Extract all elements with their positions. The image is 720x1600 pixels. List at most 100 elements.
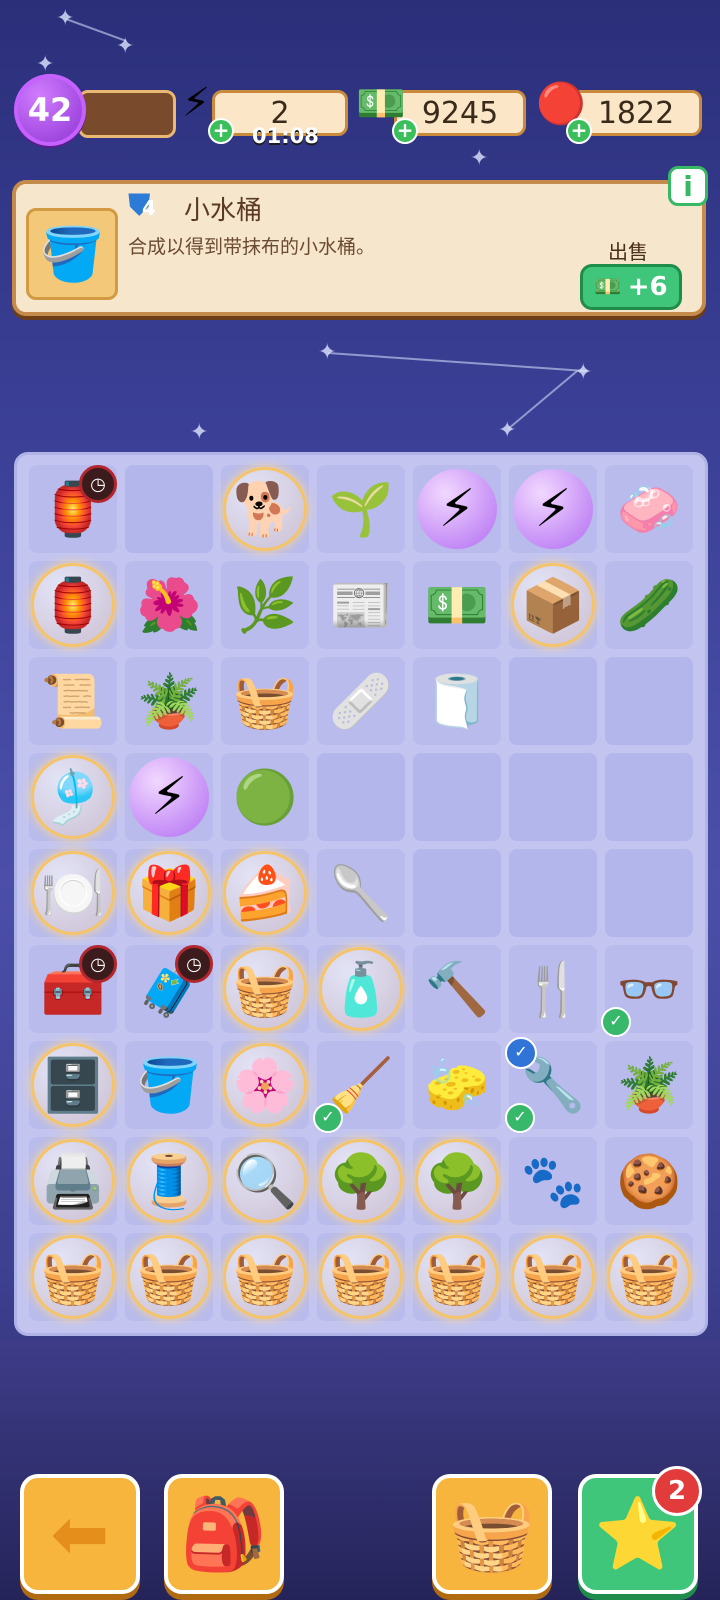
board-cell[interactable]: 🍽️ bbox=[29, 849, 117, 937]
board-cell[interactable]: 👓 ✓ bbox=[601, 945, 693, 1037]
board-cell[interactable]: 🖨️ bbox=[29, 1137, 117, 1225]
add-cash-button[interactable]: + bbox=[392, 118, 418, 144]
board-cell[interactable]: 🍰 bbox=[221, 849, 309, 937]
shop-button[interactable]: 🧺 bbox=[432, 1474, 552, 1594]
board-cell[interactable]: 🥄 bbox=[317, 849, 405, 937]
board-cell[interactable] bbox=[605, 849, 693, 937]
sell-button[interactable]: 💵 +6 bbox=[580, 264, 682, 310]
board-cell[interactable]: ⚡ bbox=[509, 465, 597, 553]
board-cell[interactable]: 🎐 bbox=[29, 753, 117, 841]
board-cell[interactable]: 🧽 bbox=[413, 1041, 501, 1129]
selected-item-thumbnail: 🪣 bbox=[26, 208, 118, 300]
board-cell[interactable]: 🧰 ◷ bbox=[29, 945, 117, 1033]
cucumber-slice-icon: 🥒 bbox=[616, 575, 682, 636]
cash-pile-icon: 💵 bbox=[424, 575, 490, 636]
bandage-head-icon: 🩹 bbox=[328, 671, 394, 732]
board-cell[interactable]: 🧺 bbox=[413, 1233, 501, 1321]
board-cell[interactable]: 🍴 bbox=[509, 945, 597, 1033]
board-cell[interactable]: 🟢 bbox=[221, 753, 309, 841]
board-cell[interactable]: 🌱 bbox=[317, 465, 405, 553]
board-cell[interactable]: 🧹 ✓ bbox=[313, 1041, 405, 1133]
board-cell[interactable]: 🌸 bbox=[221, 1041, 309, 1129]
add-energy-button[interactable]: + bbox=[208, 118, 234, 144]
board-cell[interactable]: 🧵 bbox=[125, 1137, 213, 1225]
board-cell[interactable] bbox=[509, 657, 597, 745]
board-cell[interactable]: 💵 bbox=[413, 561, 501, 649]
board-cell[interactable]: 🧻 bbox=[413, 657, 501, 745]
trowel-icon: 🥄 bbox=[328, 863, 394, 924]
checkmark-icon: ✓ bbox=[505, 1103, 535, 1133]
board-cell[interactable]: 🧺 bbox=[317, 1233, 405, 1321]
cash-icon: 💵 bbox=[594, 274, 622, 300]
board-cell[interactable] bbox=[413, 849, 501, 937]
board-cell[interactable]: 🪴 bbox=[605, 1041, 693, 1129]
hand-trowel-icon: 🔨 bbox=[424, 959, 490, 1020]
board-cell[interactable]: 🧳 ◷ bbox=[125, 945, 213, 1033]
notification-badge: 2 bbox=[652, 1466, 702, 1516]
back-button[interactable]: ⬅ bbox=[20, 1474, 140, 1594]
board-cell[interactable]: 🔨 bbox=[413, 945, 501, 1033]
board-cell[interactable]: 📜 bbox=[29, 657, 117, 745]
board-cell[interactable]: 🗄️ bbox=[29, 1041, 117, 1129]
board-cell[interactable]: 🥒 bbox=[605, 561, 693, 649]
garden-fork-icon: 🍴 bbox=[520, 959, 586, 1020]
checkmark-icon: ✓ bbox=[601, 1007, 631, 1037]
level-badge[interactable]: 42 bbox=[14, 74, 86, 146]
board-cell[interactable]: 🧺 bbox=[221, 657, 309, 745]
board-cell[interactable] bbox=[605, 657, 693, 745]
board-cell[interactable] bbox=[317, 753, 405, 841]
board-cell[interactable]: 🏮 bbox=[29, 561, 117, 649]
board-cell[interactable] bbox=[413, 753, 501, 841]
laundry-bubble-icon: 🧺 bbox=[232, 1247, 298, 1308]
star-decoration: ✦ bbox=[190, 420, 209, 445]
green-ball-icon: 🟢 bbox=[232, 767, 298, 828]
map-bubble-icon: 🔍 bbox=[232, 1151, 298, 1212]
energy-bubble-icon: ⚡ bbox=[438, 479, 476, 539]
board-cell[interactable] bbox=[125, 465, 213, 553]
board-cell[interactable]: ⚡ bbox=[125, 753, 213, 841]
board-cell[interactable]: 🧺 bbox=[125, 1233, 213, 1321]
planter-bubble-icon: 🌳 bbox=[328, 1151, 394, 1212]
board-cell[interactable]: 🏮 ◷ bbox=[29, 465, 117, 553]
board-cell[interactable] bbox=[509, 849, 597, 937]
printer-bubble-icon: 🖨️ bbox=[40, 1151, 106, 1212]
laundry-bubble-icon: 🧺 bbox=[40, 1247, 106, 1308]
star-button[interactable]: ⭐ 2 bbox=[578, 1466, 702, 1594]
board-cell[interactable]: 🌳 bbox=[413, 1137, 501, 1225]
energy-icon: ⚡ bbox=[182, 80, 211, 126]
board-cell[interactable]: 🪴 bbox=[125, 657, 213, 745]
board-cell[interactable] bbox=[605, 753, 693, 841]
clock-icon: ◷ bbox=[175, 945, 213, 983]
add-gems-button[interactable]: + bbox=[566, 118, 592, 144]
board-cell[interactable]: 🎁 bbox=[125, 849, 213, 937]
board-grid: 🏮 ◷ 🐕 🌱 ⚡ ⚡ 🧼 🏮 🌺 🌿 📰 💵 📦 🥒 📜 🪴 🧺 🩹 🧻 🎐 ⚡ 🟢 🍽️ 🎁 🍰 🥄 🧰 ◷ 🧳 ◷ 🧺 🧴 🔨 🍴 👓 ✓ 🗄️ 🪣… bbox=[29, 465, 693, 1321]
board-cell[interactable]: 🌳 bbox=[317, 1137, 405, 1225]
board-cell[interactable]: 🧺 bbox=[221, 1233, 309, 1321]
board-cell[interactable]: 🧺 bbox=[29, 1233, 117, 1321]
board-cell[interactable]: 🧺 bbox=[605, 1233, 693, 1321]
board-cell[interactable]: 🌺 bbox=[125, 561, 213, 649]
board-cell[interactable]: 📰 bbox=[317, 561, 405, 649]
info-button[interactable]: i bbox=[668, 166, 708, 206]
board-cell[interactable]: 🐕 bbox=[221, 465, 309, 553]
backpack-button[interactable]: 🎒 bbox=[164, 1474, 284, 1594]
board-cell[interactable]: 🧼 bbox=[605, 465, 693, 553]
board-cell[interactable]: 🔍 bbox=[221, 1137, 309, 1225]
board-cell[interactable]: 🩹 bbox=[317, 657, 405, 745]
board-cell[interactable] bbox=[509, 753, 597, 841]
board-cell[interactable]: 🔧 ✓ ✓ bbox=[505, 1037, 597, 1133]
board-cell[interactable]: 🧴 bbox=[317, 945, 405, 1033]
board-cell[interactable]: 🪣 bbox=[125, 1041, 213, 1129]
board-cell[interactable]: 📦 bbox=[509, 561, 597, 649]
board-cell[interactable]: 🍪 bbox=[605, 1137, 693, 1225]
board-cell[interactable]: ⚡ bbox=[413, 465, 501, 553]
item-description: 合成以得到带抹布的小水桶。 bbox=[128, 236, 376, 258]
flower-bush-icon: 🌺 bbox=[136, 575, 202, 636]
sell-label: 出售 bbox=[608, 240, 648, 264]
board-cell[interactable]: 🌿 bbox=[221, 561, 309, 649]
board-cell[interactable]: 🧺 bbox=[509, 1233, 597, 1321]
board-cell[interactable]: 🧺 bbox=[221, 945, 309, 1033]
laundry-bubble-icon: 🧺 bbox=[328, 1247, 394, 1308]
board-cell[interactable]: 🐾 bbox=[509, 1137, 597, 1225]
cash-value: 9245 bbox=[421, 95, 499, 131]
